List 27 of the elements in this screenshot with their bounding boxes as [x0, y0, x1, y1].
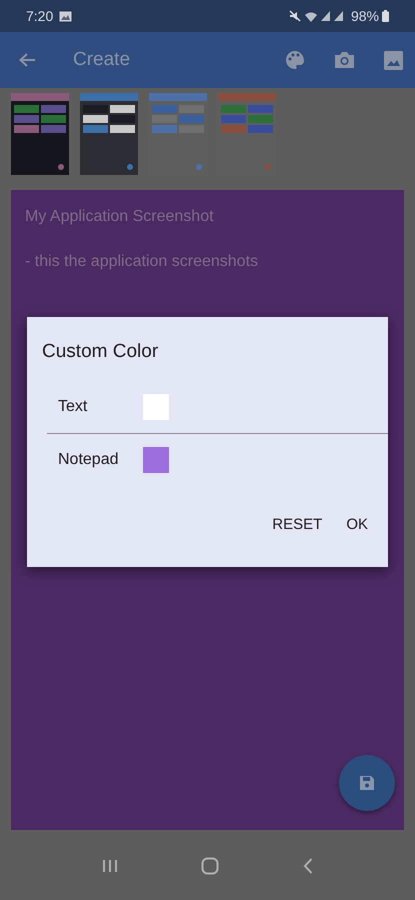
- mute-icon: [288, 10, 301, 22]
- battery-text: 98%: [350, 8, 379, 24]
- note-title: My Application Screenshot: [25, 208, 215, 226]
- dialog-title: Custom Color: [42, 341, 160, 363]
- battery-icon: [382, 10, 389, 22]
- palette-icon[interactable]: [285, 50, 305, 70]
- signal-icon: [320, 11, 331, 21]
- color-label: Text: [58, 398, 88, 416]
- screen-title: Create: [73, 49, 132, 71]
- wifi-icon: [304, 10, 318, 22]
- home-icon[interactable]: [201, 857, 220, 875]
- color-label: Notepad: [58, 451, 120, 469]
- color-swatch[interactable]: [143, 394, 169, 420]
- time-text: 7:20: [26, 8, 54, 24]
- back-arrow-icon[interactable]: [18, 52, 36, 68]
- note-text: - this the application screenshots: [25, 253, 260, 271]
- dialog-button[interactable]: RESET: [264, 508, 330, 541]
- save-icon: [359, 775, 375, 791]
- recents-icon[interactable]: [102, 859, 118, 873]
- image-icon: [59, 10, 72, 22]
- save-button[interactable]: [339, 755, 395, 811]
- back-icon[interactable]: [303, 858, 314, 874]
- dialog-button[interactable]: OK: [338, 508, 376, 541]
- camera-icon[interactable]: [334, 51, 355, 69]
- signal-icon: [334, 11, 344, 21]
- color-swatch[interactable]: [143, 447, 169, 473]
- image-icon[interactable]: [384, 50, 403, 70]
